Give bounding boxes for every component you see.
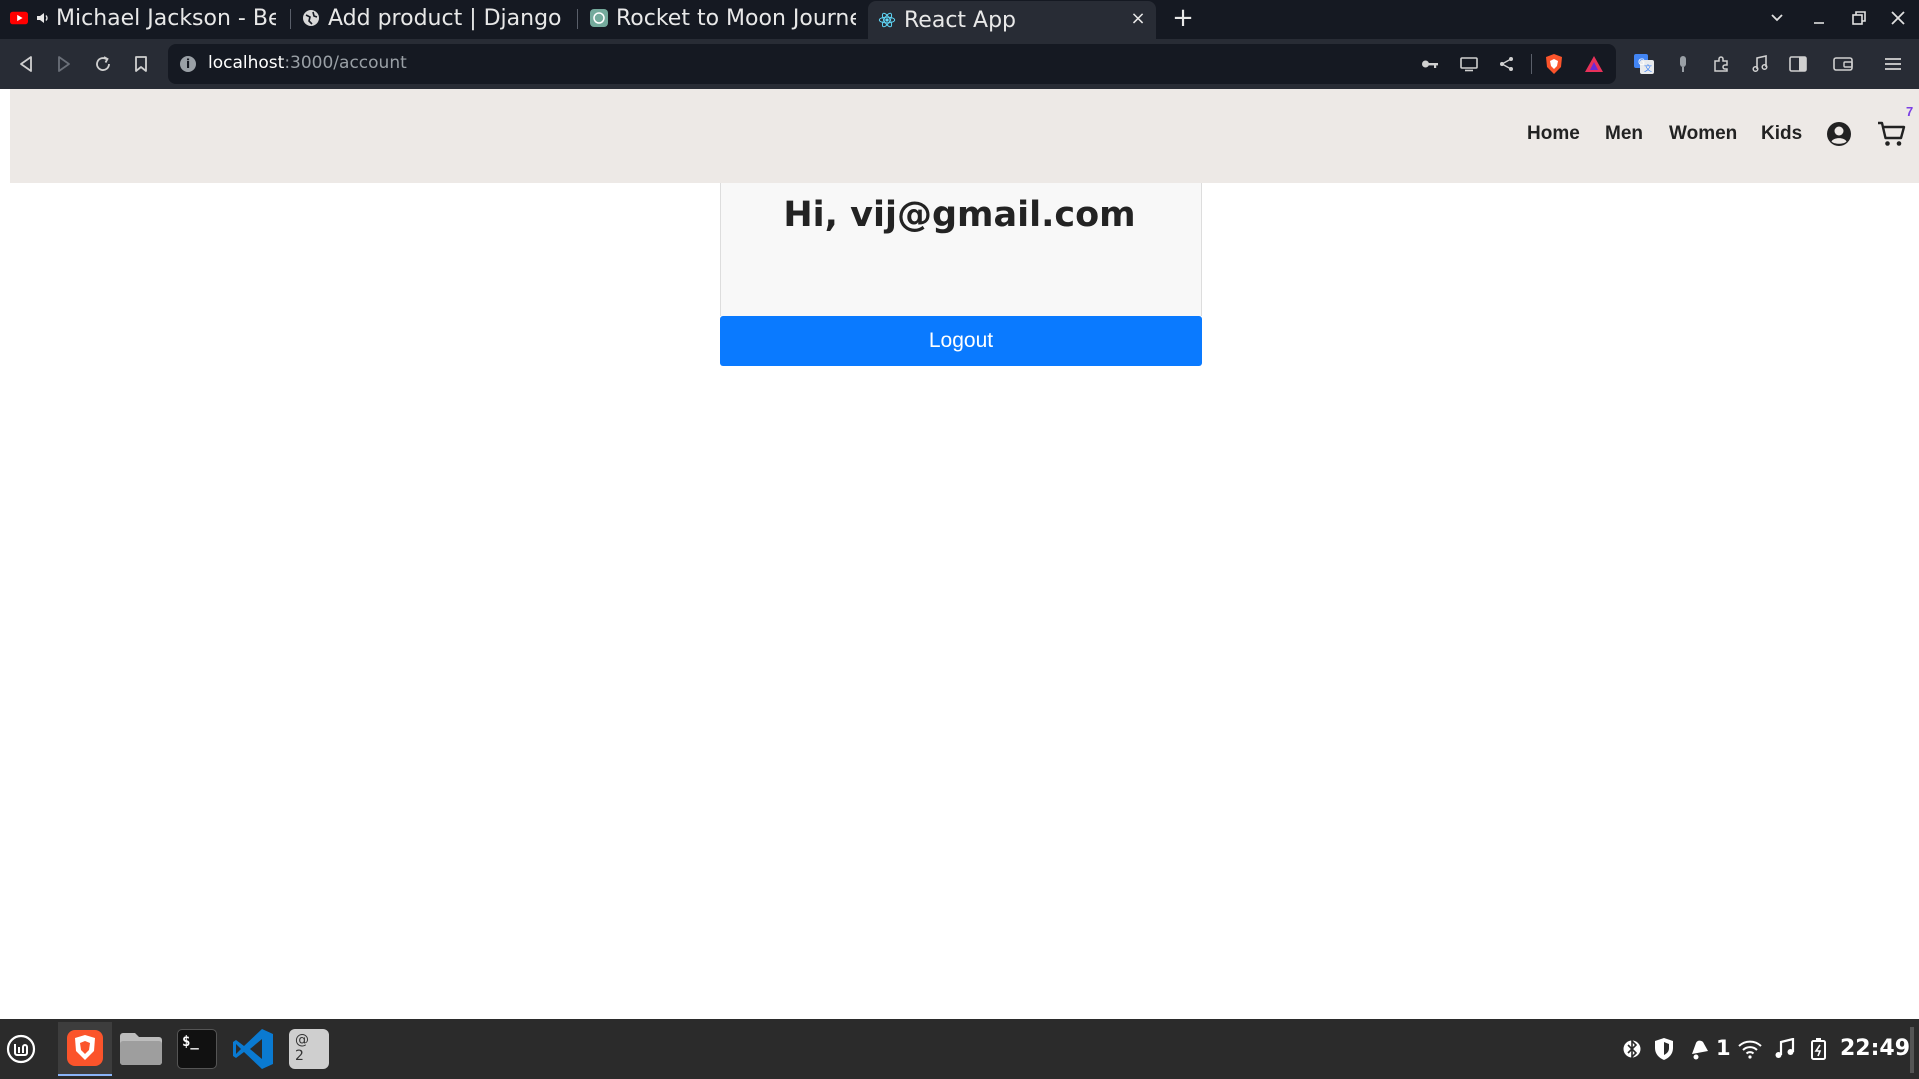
bookmark-icon[interactable] bbox=[128, 51, 154, 77]
terminal-icon: $_ bbox=[177, 1029, 217, 1069]
cast-icon[interactable] bbox=[1456, 51, 1482, 77]
site-info-icon[interactable]: i bbox=[180, 56, 196, 72]
svg-text:文: 文 bbox=[1644, 63, 1652, 73]
react-icon bbox=[878, 11, 896, 29]
extension-mic-icon[interactable] bbox=[1670, 51, 1696, 77]
logout-button[interactable]: Logout bbox=[720, 316, 1202, 366]
tab-chat[interactable]: Rocket to Moon Journey bbox=[590, 0, 862, 36]
os-taskbar: $_ @ 2 1 22:49 bbox=[0, 1019, 1919, 1079]
taskbar-workspace-switcher[interactable]: @ 2 bbox=[282, 1022, 336, 1076]
url-text[interactable]: localhost:3000/account bbox=[208, 53, 407, 73]
nav-link-women[interactable]: Women bbox=[1669, 123, 1737, 145]
wifi-icon[interactable] bbox=[1736, 1035, 1764, 1063]
globe-icon bbox=[302, 9, 320, 27]
web-page: Home Men Women Kids 7 Hi, vij@gmail.com … bbox=[0, 89, 1919, 1019]
nav-link-home[interactable]: Home bbox=[1527, 123, 1580, 145]
brave-shields-icon[interactable] bbox=[1541, 51, 1567, 77]
reload-icon[interactable] bbox=[90, 51, 116, 77]
translate-icon[interactable]: G文 bbox=[1631, 51, 1657, 77]
taskbar-files[interactable] bbox=[114, 1022, 168, 1076]
tab-title: Rocket to Moon Journey bbox=[616, 5, 856, 31]
new-tab-button[interactable]: + bbox=[1170, 4, 1196, 32]
nav-link-men[interactable]: Men bbox=[1605, 123, 1643, 145]
address-bar[interactable]: i localhost:3000/account bbox=[168, 44, 1616, 84]
browser-toolbar: i localhost:3000/account G文 bbox=[0, 39, 1919, 89]
menu-icon[interactable] bbox=[1880, 51, 1906, 77]
account-icon[interactable] bbox=[1824, 119, 1854, 149]
power-icon[interactable] bbox=[1806, 1035, 1832, 1063]
tab-separator bbox=[577, 9, 578, 29]
sidebar-icon[interactable] bbox=[1785, 51, 1811, 77]
tab-react-app[interactable]: React App × bbox=[868, 1, 1156, 39]
show-desktop-button[interactable] bbox=[1910, 1027, 1914, 1073]
start-menu-icon[interactable] bbox=[0, 1022, 42, 1076]
forward-icon[interactable] bbox=[51, 51, 77, 77]
chatgpt-icon bbox=[590, 9, 608, 27]
clock[interactable]: 22:49 bbox=[1840, 1036, 1910, 1061]
speaker-icon[interactable] bbox=[36, 9, 50, 27]
sound-icon[interactable] bbox=[1772, 1035, 1798, 1063]
taskbar-terminal[interactable]: $_ bbox=[170, 1022, 224, 1076]
tab-title: React App bbox=[904, 7, 1017, 33]
nav-link-kids[interactable]: Kids bbox=[1761, 123, 1802, 145]
notifications-icon[interactable] bbox=[1686, 1035, 1712, 1063]
extensions-icon[interactable] bbox=[1708, 51, 1734, 77]
url-host: localhost bbox=[208, 53, 285, 73]
update-shield-icon[interactable] bbox=[1650, 1035, 1678, 1063]
cart-icon[interactable] bbox=[1877, 119, 1907, 149]
workspace-badge: @ 2 bbox=[289, 1029, 329, 1069]
notification-count: 1 bbox=[1716, 1036, 1731, 1060]
browser-tab-strip: Michael Jackson - Beat It Add product | … bbox=[0, 0, 1919, 39]
toolbar-divider bbox=[1531, 54, 1532, 74]
tab-title: Michael Jackson - Beat It bbox=[56, 5, 276, 31]
close-window-icon[interactable] bbox=[1886, 6, 1910, 30]
back-icon[interactable] bbox=[13, 51, 39, 77]
tab-django-admin[interactable]: Add product | Django site admin bbox=[302, 0, 572, 36]
bluetooth-icon[interactable] bbox=[1620, 1035, 1644, 1063]
account-greeting: Hi, vij@gmail.com bbox=[783, 195, 1136, 235]
media-controls-icon[interactable] bbox=[1747, 51, 1773, 77]
close-tab-icon[interactable]: × bbox=[1128, 9, 1148, 29]
taskbar-vscode[interactable] bbox=[226, 1022, 280, 1076]
taskbar-brave-browser[interactable] bbox=[58, 1022, 112, 1076]
youtube-icon bbox=[10, 9, 28, 27]
tab-separator bbox=[290, 9, 291, 29]
share-icon[interactable] bbox=[1494, 51, 1520, 77]
wallet-icon[interactable] bbox=[1830, 51, 1856, 77]
tab-title: Add product | Django site admin bbox=[328, 5, 568, 31]
minimize-icon[interactable] bbox=[1807, 6, 1831, 30]
brave-rewards-icon[interactable] bbox=[1581, 51, 1607, 77]
key-icon[interactable] bbox=[1417, 51, 1443, 77]
tab-youtube[interactable]: Michael Jackson - Beat It bbox=[10, 0, 285, 36]
cart-count-badge: 7 bbox=[1906, 104, 1914, 119]
tab-search-icon[interactable] bbox=[1765, 6, 1789, 30]
url-path: :3000/account bbox=[284, 53, 407, 73]
restore-icon[interactable] bbox=[1847, 6, 1871, 30]
